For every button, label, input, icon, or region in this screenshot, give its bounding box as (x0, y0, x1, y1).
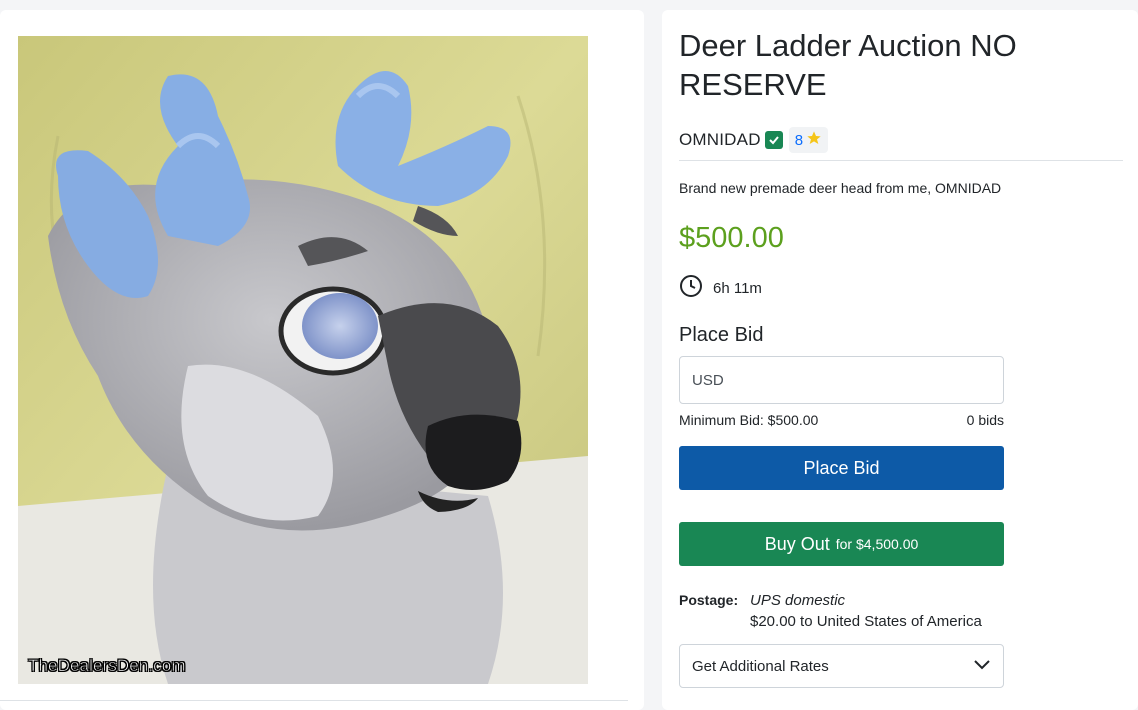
seller-name[interactable]: OMNIDAD (679, 130, 761, 150)
buy-out-price: for $4,500.00 (835, 536, 919, 552)
chevron-down-icon (973, 658, 991, 675)
additional-rates-dropdown[interactable]: Get Additional Rates (679, 644, 1004, 688)
current-price: $500.00 (679, 222, 784, 254)
place-bid-button-label: Place Bid (803, 457, 880, 478)
watermark-text: TheDealersDen.com (28, 656, 186, 676)
seller-row: OMNIDAD 8 (679, 127, 829, 153)
place-bid-button[interactable]: Place Bid (679, 446, 1004, 490)
bid-count: 0 bids (966, 412, 1004, 428)
rating-count: 8 (794, 131, 804, 149)
listing-details-panel: Deer Ladder Auction NO RESERVE OMNIDAD 8… (662, 10, 1138, 710)
postage-method: UPS domestic (750, 592, 846, 609)
listing-title: Deer Ladder Auction NO RESERVE (679, 28, 1017, 102)
time-remaining: 6h 11m (713, 280, 762, 297)
bid-amount-input[interactable] (679, 356, 1004, 404)
seller-rating-badge[interactable]: 8 (788, 127, 829, 153)
clock-icon (679, 274, 703, 303)
postage-label: Postage: (679, 592, 739, 608)
time-remaining-row: 6h 11m (679, 274, 762, 303)
listing-description: Brand new premade deer head from me, OMN… (679, 180, 1002, 196)
divider (679, 160, 1123, 161)
buy-out-button[interactable]: Buy Out for $4,500.00 (679, 522, 1004, 566)
check-square-icon (764, 131, 783, 149)
rates-dropdown-label: Get Additional Rates (692, 657, 829, 675)
divider (0, 700, 628, 701)
minimum-bid: Minimum Bid: $500.00 (679, 412, 819, 428)
place-bid-heading: Place Bid (679, 324, 764, 346)
star-icon (806, 130, 822, 151)
listing-image-panel: TheDealersDen.com (0, 10, 644, 710)
listing-photo[interactable]: TheDealersDen.com (18, 36, 588, 684)
deer-head-photo (18, 36, 588, 684)
postage-cost: $20.00 to United States of America (750, 613, 982, 630)
buy-out-label: Buy Out (764, 533, 830, 554)
